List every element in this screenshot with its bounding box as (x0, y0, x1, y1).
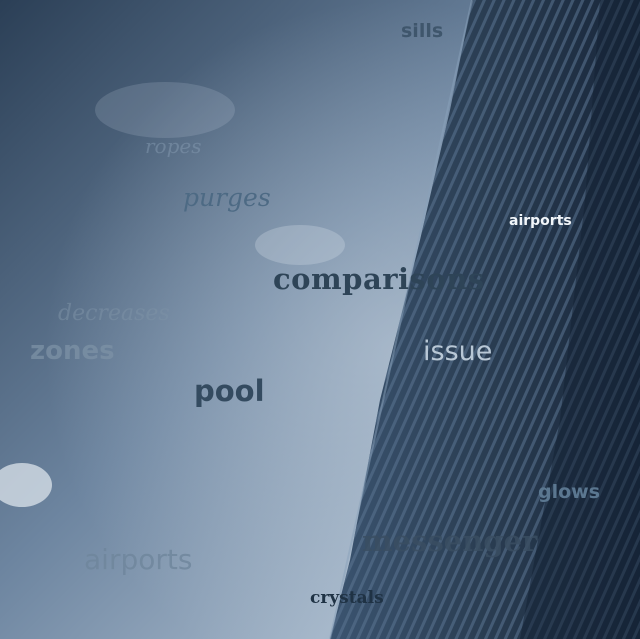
word-ropes: ropes (145, 134, 202, 158)
word-sills: sills (401, 20, 444, 42)
word-glows: glows (538, 481, 601, 503)
word-crystals: crystals (310, 588, 384, 608)
word-issue: issue (423, 336, 493, 367)
cloud (95, 82, 235, 138)
word-airports-top: airports (509, 213, 572, 229)
word-decreases: decreases (58, 301, 170, 326)
word-comparisons: comparisons (273, 262, 485, 296)
photo-scene: sills ropes purges airports comparisons … (0, 0, 640, 639)
word-messenger: messenger (362, 524, 538, 558)
word-airports-bottom: airports (84, 543, 193, 576)
word-pool: pool (194, 374, 265, 408)
word-zones: zones (30, 336, 115, 366)
word-purges: purges (183, 183, 271, 212)
cloud (255, 225, 345, 265)
